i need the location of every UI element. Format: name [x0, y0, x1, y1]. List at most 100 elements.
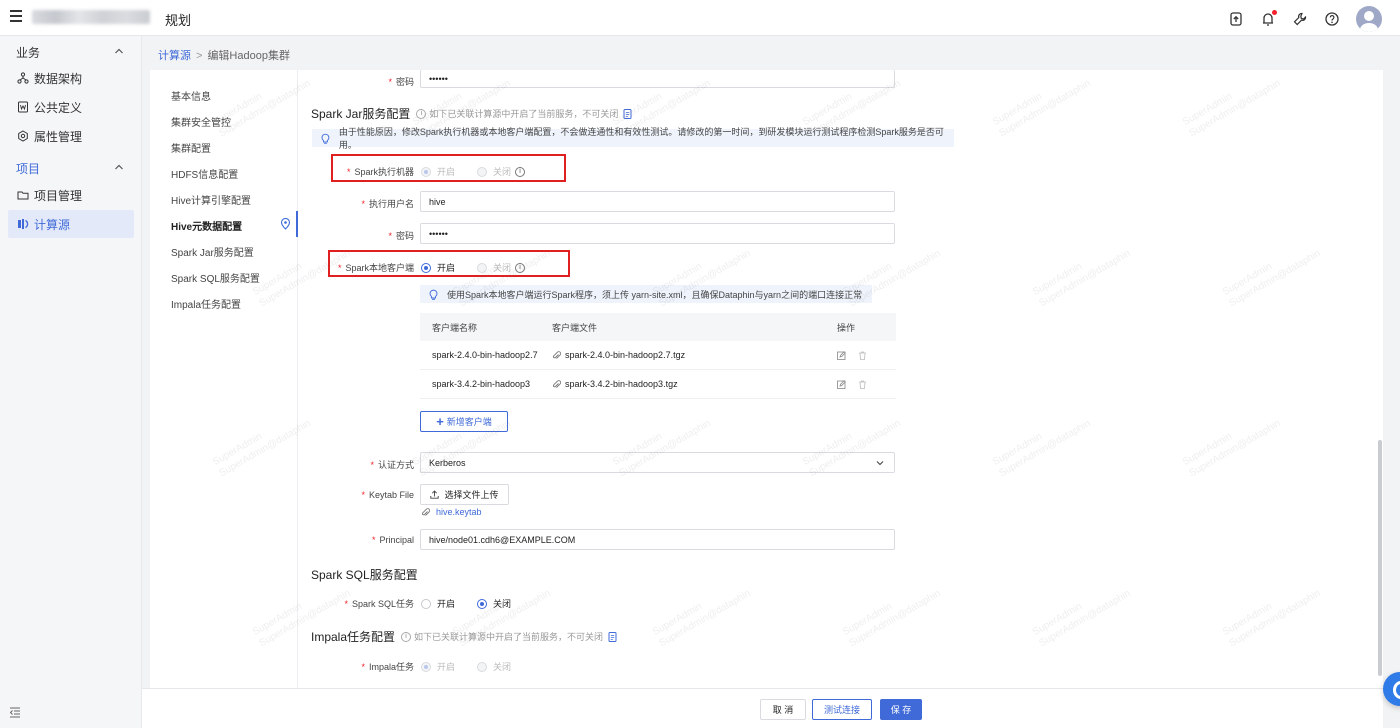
- lightbulb-icon: [429, 289, 438, 300]
- blurred-logo: [32, 10, 150, 24]
- folder-icon: [17, 189, 29, 201]
- delete-icon[interactable]: [858, 380, 867, 389]
- wrench-icon[interactable]: [1292, 11, 1308, 27]
- column-header: 客户端名称: [432, 322, 478, 333]
- exec-user-input[interactable]: hive: [420, 191, 895, 212]
- section-tip: i 如下已关联计算源中开启了当前服务，不可关闭: [416, 107, 618, 120]
- client-name: spark-3.4.2-bin-hadoop3: [432, 379, 531, 389]
- nav-item-label: 项目管理: [34, 188, 83, 203]
- help-icon[interactable]: [1324, 11, 1340, 27]
- password-input[interactable]: ••••••: [420, 223, 895, 244]
- breadcrumb-link[interactable]: 计算源: [158, 50, 191, 62]
- top-actions: [1212, 6, 1382, 32]
- chevron-up-icon[interactable]: [114, 162, 124, 172]
- collapse-menu-icon[interactable]: [9, 706, 21, 718]
- section-title-impala: Impala任务配置 i 如下已关联计算源中开启了当前服务，不可关闭: [311, 628, 617, 645]
- form-footer: 取 消 测试连接 保 存: [142, 688, 1383, 728]
- client-file: spark-2.4.0-bin-hadoop2.7.tgz: [540, 350, 825, 360]
- breadcrumb-current: 编辑Hadoop集群: [207, 50, 290, 62]
- edit-icon[interactable]: [837, 350, 846, 360]
- nav-item-attribute-management[interactable]: 属性管理: [8, 122, 134, 150]
- anchor-cluster-config[interactable]: 集群配置: [171, 140, 211, 155]
- add-client-button[interactable]: + 新增客户端: [420, 411, 508, 432]
- spark-sql-off-radio[interactable]: [477, 598, 488, 609]
- upload-icon: [430, 490, 440, 499]
- location-pin-icon: [280, 218, 291, 230]
- impala-task-label: * Impala任务: [361, 662, 414, 672]
- principal-input[interactable]: hive/node01.cdh6@EXAMPLE.COM: [420, 529, 895, 550]
- spark-jar-info-banner: 由于性能原因，修改Spark执行机器或本地客户端配置，不会做连通性和有效性测试。…: [312, 127, 954, 150]
- spark-sql-radio-group: 开启 关闭: [421, 597, 533, 610]
- content-panel: 基本信息 集群安全管控 集群配置 HDFS信息配置 Hive计算引擎配置 Hiv…: [150, 70, 1383, 728]
- scrollbar[interactable]: [1377, 70, 1383, 728]
- nav-item-compute-source[interactable]: 计算源: [8, 210, 134, 238]
- definition-icon: [17, 101, 29, 113]
- side-nav: 业务 数据架构 公共定义 属性管理 项目 项目管理 计算源: [0, 36, 142, 728]
- paperclip-icon: [553, 379, 561, 388]
- anchor-nav: 基本信息 集群安全管控 集群配置 HDFS信息配置 Hive计算引擎配置 Hiv…: [150, 70, 298, 728]
- settings-icon: [17, 130, 29, 142]
- breadcrumb-separator: >: [196, 50, 203, 62]
- delete-icon[interactable]: [858, 351, 867, 360]
- local-client-info-banner: 使用Spark本地客户端运行Spark程序，须上传 yarn-site.xml，…: [420, 285, 872, 303]
- paperclip-icon: [553, 350, 561, 359]
- test-connection-button[interactable]: 测试连接: [812, 699, 872, 720]
- impala-radio-group: 开启 关闭: [421, 660, 533, 673]
- password-input[interactable]: ••••••: [420, 70, 895, 88]
- cancel-button[interactable]: 取 消: [760, 699, 806, 720]
- row-actions: [825, 350, 895, 360]
- info-icon: i: [401, 631, 412, 642]
- save-button[interactable]: 保 存: [880, 699, 922, 720]
- client-table: 客户端名称 客户端文件 操作 spark-2.4.0-bin-hadoop2.7…: [420, 313, 896, 399]
- client-file: spark-3.4.2-bin-hadoop3.tgz: [540, 379, 825, 389]
- spark-sql-on-radio[interactable]: [421, 598, 431, 609]
- notification-dot: [1272, 10, 1277, 15]
- anchor-basic-info[interactable]: 基本信息: [171, 88, 211, 103]
- client-name: spark-2.4.0-bin-hadoop2.7: [432, 350, 538, 360]
- row-actions: [825, 379, 895, 389]
- anchor-hdfs-config[interactable]: HDFS信息配置: [171, 166, 238, 181]
- keytab-file-link[interactable]: hive.keytab: [421, 507, 482, 517]
- scrollbar-thumb[interactable]: [1378, 440, 1382, 676]
- upload-icon[interactable]: [1228, 11, 1244, 27]
- nav-group-project[interactable]: 项目: [16, 160, 40, 177]
- password-label: * 密码: [388, 231, 414, 241]
- column-header: 操作: [837, 322, 856, 333]
- anchor-hive-engine-config[interactable]: Hive计算引擎配置: [171, 192, 251, 207]
- bell-icon[interactable]: [1260, 10, 1277, 27]
- chevron-down-icon: [876, 461, 884, 466]
- principal-label: * Principal: [371, 535, 414, 545]
- app-title: 规划: [165, 13, 192, 28]
- floating-assistant-button[interactable]: [1383, 672, 1400, 706]
- document-icon[interactable]: [623, 108, 632, 119]
- anchor-cluster-security[interactable]: 集群安全管控: [171, 114, 231, 129]
- table-row: spark-3.4.2-bin-hadoop3 spark-3.4.2-bin-…: [420, 370, 896, 399]
- auth-method-select[interactable]: Kerberos: [420, 452, 895, 473]
- avatar[interactable]: [1356, 6, 1382, 32]
- column-header: 客户端文件: [552, 322, 598, 333]
- nav-item-project-management[interactable]: 项目管理: [8, 181, 134, 209]
- nav-group-business[interactable]: 业务: [16, 44, 40, 61]
- anchor-spark-sql-config[interactable]: Spark SQL服务配置: [171, 270, 260, 285]
- table-row: spark-2.4.0-bin-hadoop2.7 spark-2.4.0-bi…: [420, 341, 896, 370]
- keytab-label: * Keytab File: [361, 490, 414, 500]
- chevron-up-icon[interactable]: [114, 46, 124, 56]
- anchor-spark-jar-config[interactable]: Spark Jar服务配置: [171, 244, 254, 259]
- nav-item-data-architecture[interactable]: 数据架构: [8, 64, 134, 92]
- breadcrumb: 计算源 > 编辑Hadoop集群: [158, 47, 290, 63]
- impala-on-radio[interactable]: [421, 661, 431, 672]
- nav-item-public-definition[interactable]: 公共定义: [8, 93, 134, 121]
- anchor-hive-metadata-config[interactable]: Hive元数据配置: [171, 218, 242, 233]
- impala-off-radio[interactable]: [477, 661, 488, 672]
- menu-icon[interactable]: [10, 10, 22, 24]
- document-icon[interactable]: [608, 631, 617, 642]
- compute-icon: [17, 218, 29, 230]
- password-label: * 密码: [388, 77, 414, 87]
- highlight-box: [328, 250, 570, 277]
- paperclip-icon: [422, 507, 430, 516]
- upload-file-button[interactable]: 选择文件上传: [420, 484, 509, 505]
- section-tip: i 如下已关联计算源中开启了当前服务，不可关闭: [401, 630, 603, 643]
- edit-icon[interactable]: [837, 379, 846, 389]
- anchor-impala-config[interactable]: Impala任务配置: [171, 296, 241, 311]
- nav-item-label: 计算源: [34, 217, 71, 232]
